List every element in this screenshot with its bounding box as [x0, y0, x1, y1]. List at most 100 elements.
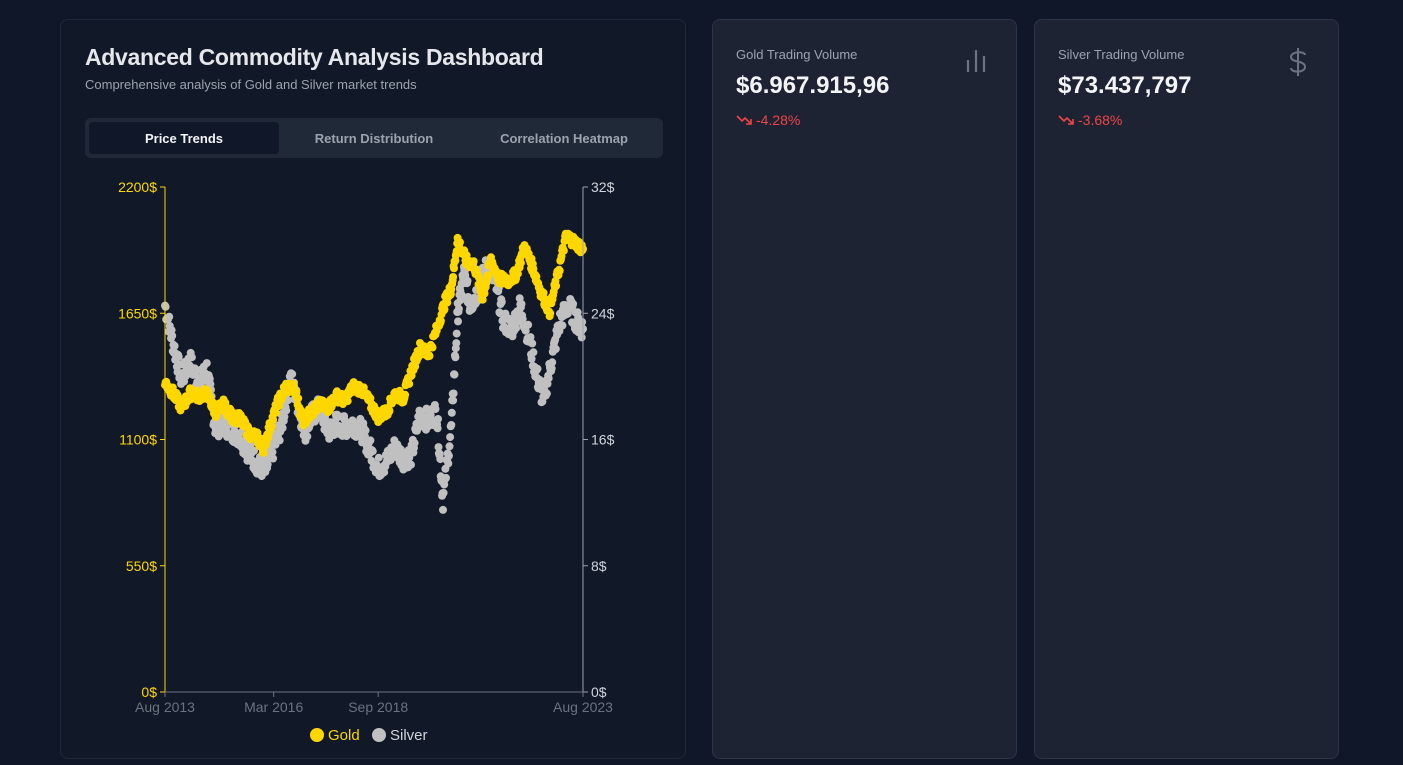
silver-point — [444, 451, 453, 460]
silver-point — [529, 348, 538, 357]
right-tick-label: 24$ — [591, 305, 615, 321]
gold-volume-change-text: -4.28% — [756, 112, 801, 128]
gold-legend-label[interactable]: Gold — [328, 727, 360, 744]
gold-point — [267, 422, 276, 431]
page-subtitle: Comprehensive analysis of Gold and Silve… — [85, 77, 417, 92]
gold-point — [555, 266, 564, 275]
gold-point — [450, 264, 458, 273]
silver-point — [497, 298, 506, 306]
silver-point — [551, 345, 560, 353]
left-tick-label: 0$ — [141, 684, 157, 700]
gold-point — [428, 343, 437, 352]
gold-point — [425, 352, 434, 360]
silver-point — [447, 421, 456, 429]
gold-point — [559, 246, 568, 255]
trending-down-icon — [736, 115, 752, 125]
price-chart-container: 0$ 550$ 1100$ 1650$ 2200$ 0$ 8$ 16$ 24$ 32$ Aug 20… — [61, 170, 687, 760]
right-tick-label: 0$ — [591, 684, 607, 700]
silver-point — [275, 436, 284, 445]
left-tick-label: 1650$ — [118, 305, 157, 321]
silver-volume-label: Silver Trading Volume — [1058, 47, 1185, 62]
silver-point — [187, 353, 196, 362]
silver-point — [548, 358, 557, 367]
silver-point — [269, 454, 278, 463]
silver-legend-swatch[interactable] — [372, 728, 386, 742]
silver-point — [282, 406, 291, 415]
chart-panel: Advanced Commodity Analysis Dashboard Co… — [60, 19, 686, 759]
silver-point — [361, 426, 370, 435]
gold-legend-swatch[interactable] — [310, 728, 324, 742]
gold-point — [469, 257, 478, 266]
gold-point — [405, 379, 414, 388]
silver-point — [463, 277, 472, 285]
silver-point — [454, 304, 463, 313]
right-tick-label: 16$ — [591, 432, 615, 448]
left-tick-label: 1100$ — [119, 432, 157, 448]
right-tick-label: 32$ — [591, 179, 615, 195]
silver-point — [569, 299, 578, 308]
silver-point — [446, 433, 455, 442]
silver-point — [165, 312, 174, 321]
page-title: Advanced Commodity Analysis Dashboard — [85, 44, 544, 70]
gold-point — [449, 273, 458, 281]
x-tick-label: Sep 2018 — [348, 699, 408, 715]
silver-point — [407, 460, 415, 469]
gold-volume-value: $6.967.915,96 — [736, 72, 890, 99]
x-tick-label: Aug 2013 — [135, 699, 195, 715]
silver-point — [374, 453, 383, 462]
silver-point — [452, 329, 461, 338]
silver-point — [410, 439, 419, 448]
gold-point — [269, 415, 278, 424]
tab-correlation-heatmap[interactable]: Correlation Heatmap — [469, 122, 659, 154]
silver-point — [434, 415, 442, 423]
gold-volume-card: Gold Trading Volume $6.967.915,96 -4.28% — [712, 19, 1017, 759]
silver-point — [431, 405, 440, 413]
x-tick-label: Mar 2016 — [244, 699, 303, 715]
gold-point — [294, 394, 303, 403]
silver-point — [577, 333, 586, 342]
bar-chart-icon — [964, 46, 988, 79]
silver-volume-value: $73.437,797 — [1058, 72, 1192, 99]
silver-point — [202, 359, 211, 368]
silver-point — [517, 300, 526, 308]
left-tick-label: 2200$ — [118, 179, 157, 195]
tab-return-distribution[interactable]: Return Distribution — [279, 122, 469, 154]
silver-point — [433, 424, 442, 433]
gold-volume-label: Gold Trading Volume — [736, 47, 858, 62]
trending-down-icon — [1058, 115, 1074, 125]
silver-point — [439, 488, 448, 497]
silver-point — [451, 353, 460, 362]
tab-price-trends[interactable]: Price Trends — [89, 122, 279, 154]
silver-point — [170, 342, 179, 350]
silver-point — [524, 320, 533, 329]
silver-point — [439, 505, 447, 514]
silver-point — [288, 370, 297, 379]
silver-point — [174, 352, 183, 361]
gold-volume-change: -4.28% — [736, 112, 800, 128]
silver-legend-label[interactable]: Silver — [390, 727, 428, 744]
silver-volume-change-text: -3.68% — [1078, 112, 1123, 128]
silver-point — [533, 364, 542, 373]
silver-point — [303, 432, 312, 441]
silver-point — [449, 396, 458, 405]
silver-point — [542, 389, 551, 398]
silver-point — [368, 447, 377, 456]
gold-point — [552, 281, 561, 290]
silver-point — [558, 321, 567, 330]
silver-series — [161, 256, 587, 514]
gold-point — [259, 448, 268, 457]
gold-point — [456, 238, 464, 247]
gold-point — [401, 390, 410, 399]
silver-point — [450, 370, 459, 379]
silver-point — [528, 339, 537, 348]
chart-legend: Gold Silver — [310, 727, 428, 744]
silver-volume-card: Silver Trading Volume $73.437,797 -3.68% — [1034, 19, 1339, 759]
tab-bar: Price Trends Return Distribution Correla… — [85, 118, 663, 158]
silver-point — [366, 436, 375, 445]
silver-point — [168, 331, 177, 340]
silver-point — [278, 424, 287, 432]
silver-point — [445, 442, 454, 451]
silver-point — [444, 459, 453, 468]
gold-point — [516, 258, 525, 267]
silver-point — [454, 317, 462, 326]
